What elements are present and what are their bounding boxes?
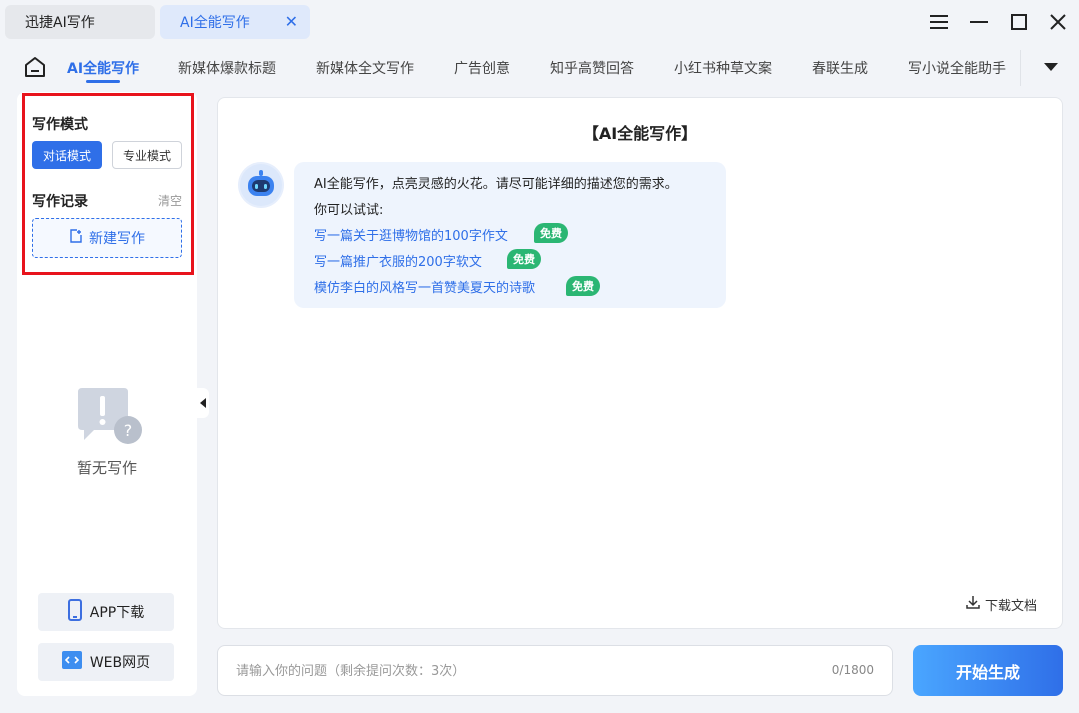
question-input[interactable] <box>236 660 796 682</box>
new-document-icon <box>69 229 83 247</box>
free-badge: 免费 <box>566 276 600 296</box>
suggestion-link[interactable]: 写一篇推广衣服的200字软文 <box>314 251 482 270</box>
code-window-icon <box>61 651 82 673</box>
nav-item-media-title[interactable]: 新媒体爆款标题 <box>178 58 276 78</box>
nav-item-xiaohongshu[interactable]: 小红书种草文案 <box>674 58 772 78</box>
pro-mode-button[interactable]: 专业模式 <box>112 141 182 169</box>
home-icon[interactable] <box>24 56 46 78</box>
try-label: 你可以试试: <box>314 203 384 218</box>
app-download-label: APP下载 <box>89 605 145 621</box>
chat-mode-button[interactable]: 对话模式 <box>32 141 102 169</box>
feature-nav: AI全能写作 新媒体爆款标题 新媒体全文写作 广告创意 知乎高赞回答 小红书种草… <box>0 46 1079 90</box>
nav-item-media-article[interactable]: 新媒体全文写作 <box>316 58 414 78</box>
close-window-icon[interactable] <box>1046 10 1070 34</box>
web-page-button[interactable]: WEB网页 <box>38 643 174 681</box>
download-doc-button[interactable]: 下载文档 <box>965 594 1037 614</box>
tab-xunjie-ai[interactable]: 迅捷AI写作 <box>5 5 155 39</box>
greeting-text: AI全能写作，点亮灵感的火花。请尽可能详细的描述您的需求。 <box>314 177 678 192</box>
new-writing-label: 新建写作 <box>89 231 145 247</box>
tab-label: AI全能写作 <box>180 15 250 31</box>
new-writing-button[interactable]: 新建写作 <box>32 218 182 258</box>
nav-item-zhihu-answer[interactable]: 知乎高赞回答 <box>550 58 634 78</box>
char-counter: 0/1800 <box>831 663 874 677</box>
free-badge: 免费 <box>507 249 541 269</box>
chevron-down-icon[interactable] <box>1044 63 1058 71</box>
suggestion-link[interactable]: 写一篇关于逛博物馆的100字作文 <box>314 225 508 244</box>
nav-item-ad-creative[interactable]: 广告创意 <box>454 58 510 78</box>
tab-label: 迅捷AI写作 <box>25 15 95 31</box>
question-input-box: 0/1800 <box>217 645 893 696</box>
nav-item-ai-writing[interactable]: AI全能写作 <box>67 58 139 78</box>
web-page-label: WEB网页 <box>89 655 151 671</box>
free-badge: 免费 <box>534 223 568 243</box>
empty-state-text: 暂无写作 <box>76 459 137 477</box>
app-download-button[interactable]: APP下载 <box>38 593 174 631</box>
active-tab-indicator <box>86 80 120 83</box>
title-bar: 迅捷AI写作 AI全能写作 ✕ <box>0 0 1079 46</box>
nav-divider <box>1020 50 1021 86</box>
robot-avatar-icon <box>238 162 284 208</box>
page-title: 【AI全能写作】 <box>582 124 698 143</box>
start-generate-button[interactable]: 开始生成 <box>913 645 1063 696</box>
close-icon[interactable]: ✕ <box>285 12 298 31</box>
minimize-icon[interactable] <box>967 10 991 34</box>
download-icon <box>965 594 981 614</box>
menu-icon[interactable] <box>927 10 951 34</box>
writing-records-heading: 写作记录 <box>32 194 88 210</box>
nav-item-novel-assistant[interactable]: 写小说全能助手 <box>908 58 1006 78</box>
empty-state-icon: ? <box>76 388 144 446</box>
svg-text:?: ? <box>124 421 133 440</box>
tab-ai-writing[interactable]: AI全能写作 ✕ <box>160 5 310 39</box>
suggestion-link[interactable]: 模仿李白的风格写一首赞美夏天的诗歌 <box>314 277 535 296</box>
nav-item-couplets[interactable]: 春联生成 <box>812 58 868 78</box>
clear-records-link[interactable]: 清空 <box>158 192 182 209</box>
phone-icon <box>67 599 82 625</box>
download-doc-label: 下载文档 <box>985 598 1038 614</box>
maximize-icon[interactable] <box>1007 10 1031 34</box>
collapse-sidebar-handle[interactable] <box>197 388 209 418</box>
writing-mode-heading: 写作模式 <box>32 117 88 133</box>
